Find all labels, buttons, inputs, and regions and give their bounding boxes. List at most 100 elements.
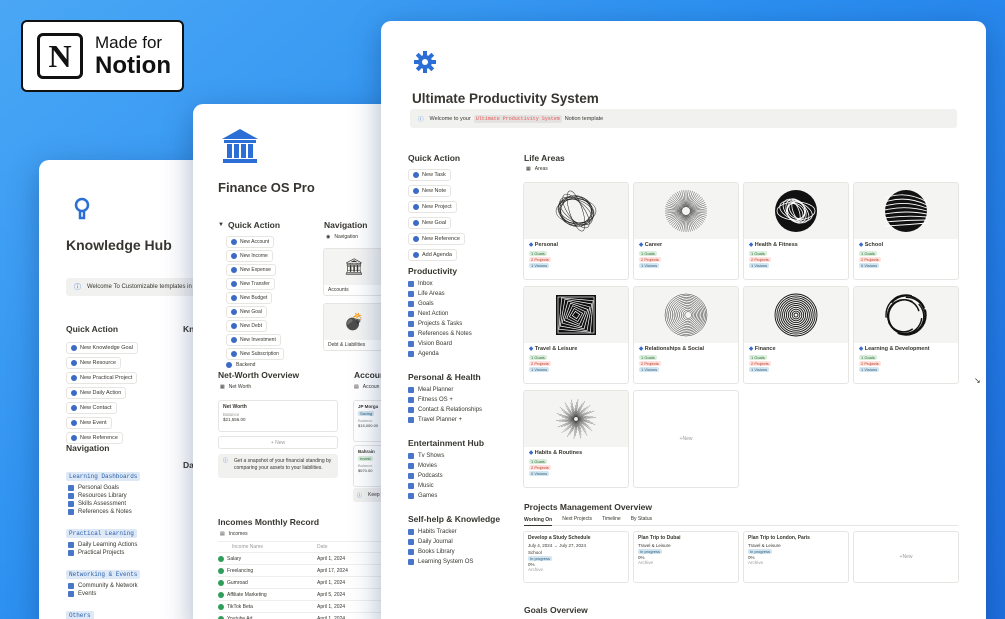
sidebar-link[interactable]: Agenda — [408, 351, 513, 357]
area-card[interactable]: ◆ Personal 1 Goals 2 Projects 1 Visions — [523, 182, 629, 280]
table-row[interactable]: Affiliate Marketing April 5, 2024 — [218, 589, 393, 601]
quick-action-button[interactable]: New Project — [408, 201, 457, 213]
quick-action-button[interactable]: New Transfer — [226, 278, 275, 290]
sidebar-link[interactable]: Habits Tracker — [408, 529, 513, 535]
nav-card-accounts[interactable]: 🏛 Accounts — [323, 248, 385, 296]
sidebar-link[interactable]: Next Action — [408, 311, 513, 317]
table-row[interactable]: Gumroad April 1, 2024 — [218, 577, 393, 589]
page-title: Ultimate Productivity System — [412, 91, 599, 106]
table-row[interactable]: Youtube Ad April 1, 2024 — [218, 613, 393, 619]
quick-action-button[interactable]: New Task — [408, 169, 451, 181]
sidebar-link[interactable]: Fitness OS + — [408, 397, 513, 403]
area-card[interactable]: ◆ Career 1 Goals 2 Projects 1 Visions — [633, 182, 739, 280]
areas-view-tab[interactable]: ▦ Areas — [526, 166, 548, 172]
sidebar-link[interactable]: Projects & Tasks — [408, 321, 513, 327]
quick-action-button[interactable]: New Practical Project — [66, 372, 138, 384]
area-name: Health & Fitness — [754, 242, 798, 248]
nav-link[interactable]: References & Notes — [68, 509, 140, 515]
quick-action-button[interactable]: New Goal — [408, 217, 452, 229]
goals-count: 1 Goals — [529, 459, 547, 464]
sidebar-link[interactable]: Inbox — [408, 281, 513, 287]
nav-link[interactable]: Skills Assessment — [68, 501, 140, 507]
quick-action-button[interactable]: New Contact — [66, 402, 117, 414]
table-row[interactable]: Salary April 1, 2024 — [218, 553, 393, 565]
table-row[interactable]: TikTok Beta April 1, 2024 — [218, 601, 393, 613]
area-card[interactable]: ◆ Habits & Routines 1 Goals 2 Projects 0 Vi… — [523, 390, 629, 488]
archive-checkbox[interactable]: Archive — [638, 560, 734, 565]
nav-link[interactable]: Daily Learning Actions — [68, 542, 140, 548]
nav-link[interactable]: Personal Goals — [68, 485, 140, 491]
sidebar-link[interactable]: Music — [408, 483, 513, 489]
project-tab[interactable]: Working On — [524, 516, 553, 526]
page-icon — [68, 542, 74, 548]
archive-checkbox[interactable]: Archive — [748, 560, 844, 565]
quick-action-button[interactable]: New Subscription — [226, 348, 284, 360]
backend-link[interactable]: Backend — [226, 362, 255, 368]
sidebar-link[interactable]: Goals — [408, 301, 513, 307]
sidebar-link[interactable]: Travel Planner + — [408, 417, 513, 423]
nav-card-debt[interactable]: 💣 Debt & Liabilities — [323, 303, 385, 351]
area-card[interactable]: ◆ Travel & Leisure 1 Goals 2 Projects 1 Vis… — [523, 286, 629, 384]
quick-action-button[interactable]: New Reference — [408, 233, 465, 245]
archive-checkbox[interactable]: Archive — [528, 567, 624, 572]
quick-action-button[interactable]: New Event — [66, 417, 112, 429]
quick-action-label: Add Agenda — [422, 252, 452, 258]
sidebar-link[interactable]: Vision Board — [408, 341, 513, 347]
page-icon — [408, 483, 414, 489]
sidebar-link[interactable]: Movies — [408, 463, 513, 469]
sidebar-link[interactable]: Daily Journal — [408, 539, 513, 545]
quick-action-button[interactable]: New Investment — [226, 334, 281, 346]
nav-link[interactable]: Events — [68, 591, 140, 597]
quick-action-button[interactable]: New Debt — [226, 320, 267, 332]
area-card[interactable]: ◆ Relationships & Social 1 Goals 2 Project… — [633, 286, 739, 384]
quick-action-button[interactable]: New Knowledge Goal — [66, 342, 138, 354]
sidebar-link-label: Next Action — [418, 311, 449, 317]
project-card[interactable]: Develop a Study Schedule July 4, 2024 → J… — [523, 531, 629, 583]
sidebar-link[interactable]: Meal Planner — [408, 387, 513, 393]
quick-action-button[interactable]: New Income — [226, 250, 273, 262]
sidebar-link[interactable]: Podcasts — [408, 473, 513, 479]
area-card[interactable]: ◆ Health & Fitness 1 Goals 2 Projects 1 Vis… — [743, 182, 849, 280]
sidebar-sections: Productivity Inbox Life Areas Goals Next Act… — [408, 266, 513, 569]
visions-count: 1 Visions — [639, 263, 660, 268]
sidebar-link[interactable]: Books Library — [408, 549, 513, 555]
quick-action-button[interactable]: New Expense — [226, 264, 276, 276]
project-card[interactable]: Plan Trip to London, Paris Travel & Leisu… — [743, 531, 849, 583]
chart-icon: ▦ — [220, 384, 225, 390]
project-tab[interactable]: By Status — [631, 516, 652, 522]
sidebar-link[interactable]: Life Areas — [408, 291, 513, 297]
area-title: ◆ Health & Fitness — [744, 239, 848, 250]
quick-action-button[interactable]: New Note — [408, 185, 452, 197]
new-project-button[interactable]: + New — [853, 531, 959, 583]
quick-action-button[interactable]: New Budget — [226, 292, 273, 304]
area-card[interactable]: ◆ Finance 1 Goals 2 Projects 1 Visions — [743, 286, 849, 384]
area-card[interactable]: ◆ Learning & Development 1 Goals 2 Project… — [853, 286, 959, 384]
quick-action-button[interactable]: New Daily Action — [66, 387, 127, 399]
new-net-worth-button[interactable]: + New — [218, 436, 338, 449]
nav-link[interactable]: Practical Projects — [68, 550, 140, 556]
action-icon — [71, 405, 77, 411]
project-tab[interactable]: Next Projects — [562, 516, 592, 522]
quick-action-label: New Event — [80, 420, 107, 426]
project-title: Develop a Study Schedule — [528, 535, 591, 541]
sidebar-link[interactable]: Learning System OS — [408, 559, 513, 565]
quick-action-button[interactable]: Add Agenda — [408, 249, 457, 261]
sidebar-link[interactable]: Tv Shows — [408, 453, 513, 459]
sidebar-link[interactable]: References & Notes — [408, 331, 513, 337]
sidebar-link[interactable]: Games — [408, 493, 513, 499]
area-card[interactable]: ◆ School 1 Goals 2 Projects 0 Visions — [853, 182, 959, 280]
new-area-button[interactable]: + New — [633, 390, 739, 488]
sidebar-link[interactable]: Contact & Relationships — [408, 407, 513, 413]
project-tab[interactable]: Timeline — [602, 516, 621, 522]
nav-link[interactable]: Resources Library — [68, 493, 140, 499]
quick-action-button[interactable]: New Goal — [226, 306, 267, 318]
quick-action-button[interactable]: New Resource — [66, 357, 122, 369]
quick-action-toggle[interactable]: ▼ Quick Action — [218, 220, 280, 230]
area-title: ◆ Travel & Leisure — [524, 343, 628, 354]
project-card[interactable]: Plan Trip to Dubai Travel & Leisure In pro… — [633, 531, 739, 583]
page-icon — [408, 301, 414, 307]
nav-link[interactable]: Community & Network — [68, 583, 140, 589]
table-row[interactable]: Freelancing April 17, 2024 — [218, 565, 393, 577]
quick-action-button[interactable]: New Account — [226, 236, 275, 248]
net-worth-card[interactable]: Net Worth Balance $21,556.00 — [218, 400, 338, 432]
